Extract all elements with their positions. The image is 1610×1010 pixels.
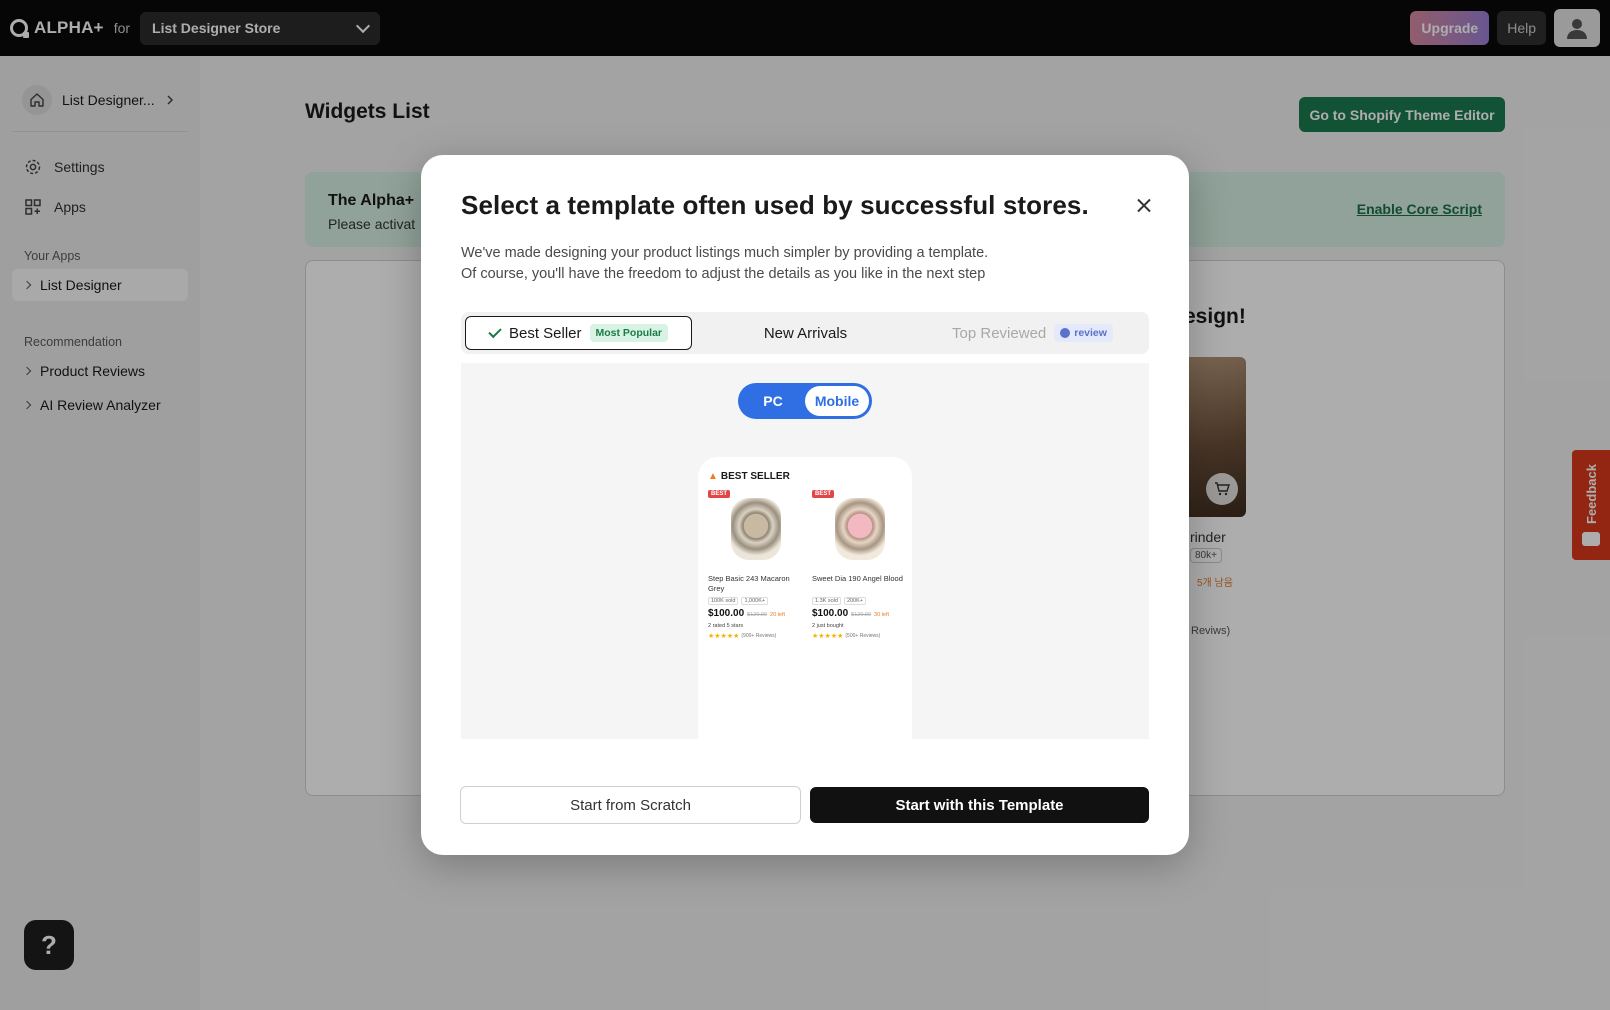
- modal-description-line: We've made designing your product listin…: [461, 245, 989, 261]
- modal-title: Select a template often used by successf…: [461, 190, 1089, 220]
- tab-label: Top Reviewed: [952, 324, 1047, 342]
- toggle-pc[interactable]: PC: [741, 386, 805, 416]
- product-name: Step Basic 243 Macaron Grey: [708, 574, 790, 593]
- product-social-proof: 2 just bought: [812, 623, 844, 629]
- tab-top-reviewed: Top Reviewed review: [919, 316, 1146, 350]
- template-tabs: Best Seller Most Popular New Arrivals To…: [461, 312, 1149, 354]
- product-social-proof: 2 rated 5 stars: [708, 623, 744, 629]
- template-modal: Select a template often used by successf…: [421, 155, 1189, 855]
- best-tag: BEST: [708, 490, 731, 498]
- product-price: $100.00: [708, 608, 745, 619]
- product-price: $100.00: [812, 608, 849, 619]
- tab-label: New Arrivals: [763, 324, 848, 342]
- mobile-preview: ▲ BEST SELLER BEST Step Basic 243 Macaro…: [698, 457, 912, 739]
- check-icon: [488, 324, 502, 338]
- close-icon[interactable]: [1133, 195, 1155, 217]
- toggle-mobile[interactable]: Mobile: [805, 386, 869, 416]
- product-price-row: $100.00 $120.00 20 left: [708, 608, 804, 619]
- most-popular-badge: Most Popular: [589, 324, 669, 342]
- review-count: (900+ Reviews): [741, 633, 777, 639]
- product-original-price: $120.00: [851, 612, 872, 618]
- review-count: (500+ Reviews): [845, 633, 881, 639]
- product-stock-note: 30 left: [874, 612, 890, 618]
- product-sold: 100K sold: [708, 597, 739, 605]
- product-name: Sweet Dia 190 Angel Blood: [812, 574, 903, 583]
- product-views: 1,000K+: [741, 597, 769, 605]
- product-stock-note: 20 left: [770, 612, 786, 618]
- review-logo-icon: [1060, 328, 1071, 338]
- modal-description-line: Of course, you'll have the freedom to ad…: [461, 266, 986, 282]
- preview-product-card: BEST Sweet Dia 190 Angel Blood 1.3K sold…: [812, 490, 908, 640]
- product-meta: 1.3K sold 200K+: [812, 597, 908, 605]
- review-badge-label: review: [1074, 327, 1107, 339]
- template-preview: PC Mobile ▲ BEST SELLER BEST Step Basic …: [461, 363, 1149, 739]
- product-rating: ★★★★★ (500+ Reviews): [812, 632, 908, 640]
- preview-product-card: BEST Step Basic 243 Macaron Grey 100K so…: [708, 490, 804, 640]
- product-price-row: $100.00 $120.00 30 left: [812, 608, 908, 619]
- device-toggle: PC Mobile: [738, 383, 872, 419]
- start-from-scratch-button[interactable]: Start from Scratch: [460, 786, 801, 824]
- fire-icon: ▲: [708, 471, 718, 482]
- product-sold: 1.3K sold: [812, 597, 841, 605]
- star-icons: ★★★★★: [812, 633, 844, 640]
- best-tag: BEST: [812, 490, 835, 498]
- preview-section-title: ▲ BEST SELLER: [708, 471, 902, 482]
- tab-new-arrivals[interactable]: New Arrivals: [692, 316, 919, 350]
- product-image: [812, 490, 908, 568]
- start-with-template-button[interactable]: Start with this Template: [810, 787, 1149, 823]
- review-badge: review: [1054, 324, 1113, 342]
- preview-products: BEST Step Basic 243 Macaron Grey 100K so…: [708, 490, 903, 640]
- product-meta: 100K sold 1,000K+: [708, 597, 804, 605]
- product-views: 200K+: [843, 597, 866, 605]
- tab-best-seller[interactable]: Best Seller Most Popular: [465, 316, 692, 350]
- product-original-price: $120.00: [747, 612, 768, 618]
- preview-section-title-text: BEST SELLER: [720, 471, 790, 482]
- modal-description: We've made designing your product listin…: [461, 243, 988, 285]
- product-rating: ★★★★★ (900+ Reviews): [708, 632, 804, 640]
- tab-label: Best Seller: [508, 324, 582, 342]
- star-icons: ★★★★★: [708, 633, 740, 640]
- product-image: [708, 490, 804, 568]
